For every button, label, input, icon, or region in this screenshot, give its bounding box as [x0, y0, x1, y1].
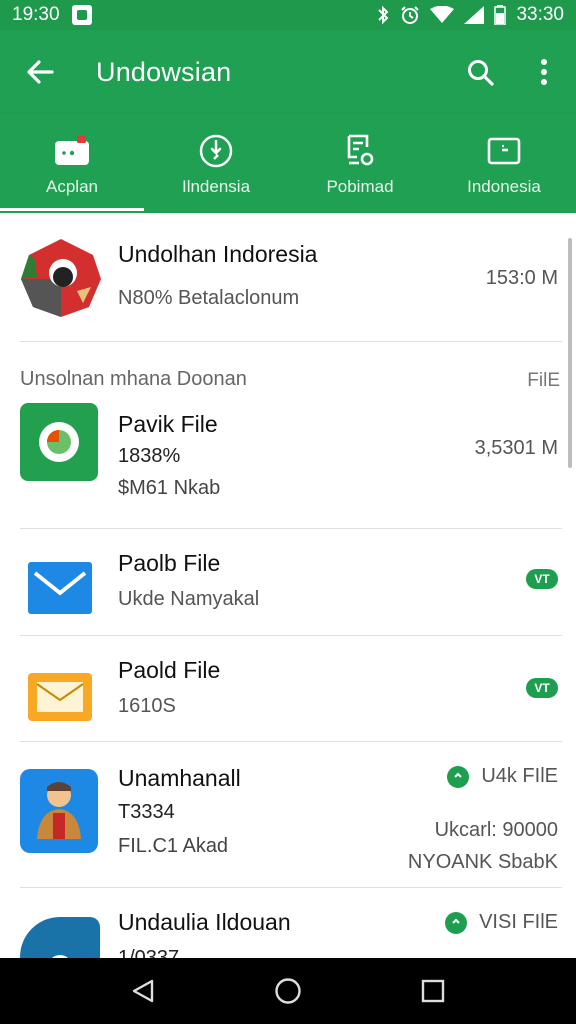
tab-label: Acplan [46, 176, 98, 196]
list-item[interactable]: Paolb File Ukde Namyakal VT [0, 528, 576, 635]
alarm-icon [400, 5, 420, 25]
tablet-icon [486, 131, 522, 171]
tab-ilndensia[interactable]: Ilndensia [144, 114, 288, 213]
item-percent: 1838% [118, 445, 181, 467]
tab-pobimad[interactable]: Pobimad [288, 114, 432, 213]
envelope-icon [20, 657, 100, 737]
app-thumbnail [20, 403, 98, 481]
item-title: Unamhanall [118, 765, 241, 791]
status-bar: 19:30 33:30 [0, 0, 576, 30]
file-settings-icon [343, 131, 377, 171]
recents-square-icon[interactable] [403, 961, 463, 1021]
list-item[interactable]: Undaulia Ildouan 1/0337 VISI FIlE [0, 887, 576, 958]
toolbar-title: Undowsian [96, 56, 232, 87]
tab-bar: Acplan Ilndensia Pobimad Indonesia [0, 114, 576, 213]
tab-label: Pobimad [326, 176, 394, 196]
camera-bag-icon [53, 131, 91, 171]
app-thumbnail [20, 917, 100, 958]
navigation-bar [0, 958, 576, 1024]
verified-badge: VT [526, 569, 558, 589]
status-time: 19:30 [12, 4, 60, 25]
clock-download-icon [198, 131, 234, 171]
status-dot-icon [445, 911, 468, 934]
item-number: T3334 [118, 801, 175, 823]
status-clock-right: 33:30 [516, 4, 564, 25]
file-list[interactable]: Undolhan Indoresia N80% Betalaclonum 153… [0, 213, 576, 958]
notification-app-icon [71, 5, 92, 25]
item-title: Undaulia Ildouan [118, 909, 291, 935]
item-subtitle: 1610S [118, 695, 176, 717]
verified-badge: VT [526, 678, 558, 698]
tab-label: Ilndensia [181, 176, 251, 196]
item-subtitle: N80% Betalaclonum [118, 287, 300, 309]
app-thumbnail [20, 769, 98, 853]
tab-indonesia[interactable]: Indonesia [432, 114, 576, 213]
item-type: VISI FIlE [479, 911, 558, 933]
list-item[interactable]: Pavik File 1838% $M61 Nkab 3,5301 M [0, 393, 576, 528]
item-title: Paold File [118, 657, 221, 683]
more-vert-icon[interactable] [512, 30, 576, 114]
app-thumbnail [20, 237, 102, 319]
app-toolbar: Undowsian [0, 30, 576, 114]
back-arrow-icon[interactable] [0, 30, 80, 114]
tab-acplan[interactable]: Acplan [0, 114, 144, 213]
item-subtitle: $M61 Nkab [118, 477, 221, 499]
back-triangle-icon[interactable] [113, 961, 173, 1021]
item-subtitle: Ukde Namyakal [118, 588, 260, 610]
divider [20, 341, 562, 342]
mail-icon [20, 548, 100, 628]
home-circle-icon[interactable] [258, 961, 318, 1021]
item-title: Pavik File [118, 411, 218, 437]
item-subtitle: FIL.C1 Akad [118, 835, 229, 857]
section-header-right: FilE [527, 370, 560, 391]
list-item[interactable]: Paold File 1610S VT [0, 635, 576, 741]
list-item[interactable]: Undolhan Indoresia N80% Betalaclonum 153… [0, 213, 576, 341]
item-title: Undolhan Indoresia [118, 241, 318, 267]
item-size: 153:0 M [485, 267, 558, 289]
signal-icon [464, 6, 485, 24]
status-dot-icon [447, 765, 470, 788]
list-item[interactable]: Unamhanall T3334 FIL.C1 Akad U4k FIlE Uk… [0, 741, 576, 887]
item-size: 3,5301 M [474, 437, 558, 459]
search-icon[interactable] [448, 30, 512, 114]
battery-icon [494, 5, 507, 25]
section-header: Unsolnan mhana Doonan [20, 368, 247, 390]
tab-label: Indonesia [467, 176, 541, 196]
bluetooth-icon [376, 5, 390, 25]
item-number: 1/0337 [118, 947, 180, 958]
item-type: U4k FIlE [481, 765, 558, 787]
wifi-icon [430, 6, 455, 24]
item-detail: NYOANK SbabK [407, 851, 558, 873]
item-title: Paolb File [118, 550, 221, 576]
item-detail: Ukcarl: 90000 [434, 819, 558, 841]
